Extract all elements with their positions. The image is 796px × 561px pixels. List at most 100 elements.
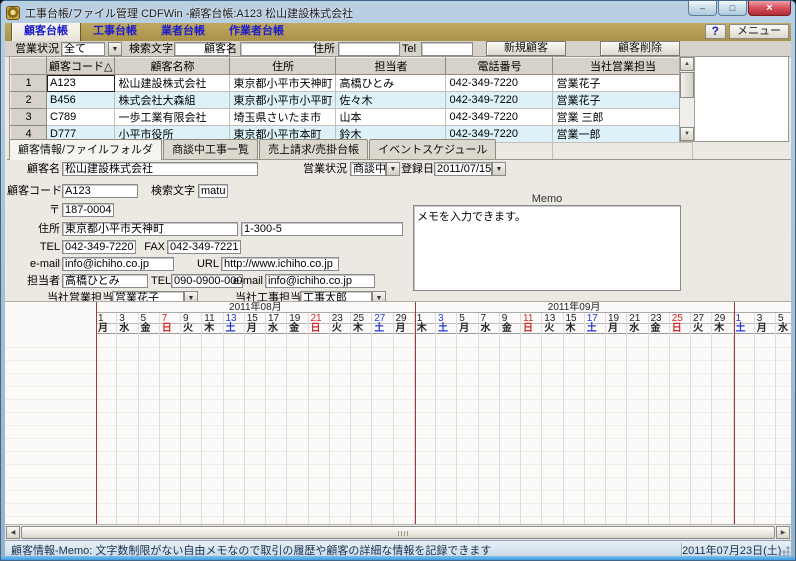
detail-tab-1[interactable]: 顧客情報/ファイルフォルダ [9,139,162,160]
contact-email-field[interactable]: info@ichiho.co.jp [265,274,375,288]
column-header[interactable]: 電話番号 [446,58,553,75]
cell[interactable]: 東京都小平市小平町 [230,92,336,109]
minimize-button[interactable]: – [688,1,717,16]
column-header[interactable]: 顧客コード△ [47,58,115,75]
sales-status-combo[interactable]: 商談中 [350,162,386,176]
contact-tel-label: TEL [151,274,169,288]
reg-date-label: 登録日 [401,162,431,176]
table-row[interactable]: 1A123松山建設株式会社東京都小平市天神町高橋ひとみ042-349-7220営… [11,75,693,92]
scroll-down-icon[interactable]: ▼ [680,127,694,141]
maximize-button[interactable]: □ [718,1,747,16]
column-header[interactable]: 住所 [230,58,336,75]
address-field-1[interactable]: 東京都小平市天神町 [62,222,238,236]
hscroll-thumb[interactable] [21,526,775,539]
day-column: 17土 [585,313,606,524]
customer-name-label: 顧客名 [201,42,237,56]
tel-search-input[interactable] [421,42,473,56]
row-number-cell[interactable]: 1 [11,75,47,92]
cell[interactable]: 営業 三郎 [553,109,693,126]
help-icon[interactable]: ? [705,24,726,39]
cell[interactable]: C789 [47,109,115,126]
menu-button[interactable]: メニュー [729,24,789,39]
scroll-thumb[interactable] [680,72,694,98]
day-column: 7水 [479,313,500,524]
cell[interactable]: A123 [47,75,115,92]
column-header[interactable] [11,58,47,75]
search-chars-field[interactable]: matu [198,184,228,198]
reg-date-combo-icon[interactable]: ▼ [492,162,506,176]
day-of-week: 月 [457,324,477,334]
detail-tab-4[interactable]: イベントスケジュール [369,139,496,159]
day-of-week: 土 [734,324,754,334]
resize-grip-icon[interactable] [778,545,791,556]
cell[interactable]: 営業花子 [553,92,693,109]
cell[interactable]: 山本 [336,109,446,126]
cell[interactable]: 042-349-7220 [446,75,553,92]
postal-field[interactable]: 187-0004 [62,203,114,217]
main-tab-4[interactable]: 作業者台帳 [217,23,296,41]
close-button[interactable]: × [748,1,791,16]
main-tab-3[interactable]: 業者台帳 [149,23,217,41]
scroll-left-icon[interactable]: ◀ [6,526,20,539]
url-field[interactable]: http://www.ichiho.co.jp [221,257,339,271]
day-column: 17水 [266,313,287,524]
column-header[interactable]: 当社営業担当 [553,58,693,75]
cell[interactable]: 佐々木 [336,92,446,109]
reg-date-combo[interactable]: 2011/07/15 [434,162,492,176]
scroll-right-icon[interactable]: ▶ [776,526,790,539]
address-field-2[interactable]: 1-300-5 [241,222,403,236]
day-of-week: 月 [245,324,265,334]
sales-status-dropdown-icon[interactable]: ▼ [108,42,122,56]
customer-detail-form: 顧客名 松山建設株式会社 営業状況 商談中 ▼ 登録日 2011/07/15 ▼… [7,160,789,300]
search-chars-label: 検索文字 [147,184,195,198]
cell[interactable]: 042-349-7220 [446,109,553,126]
contact-field[interactable]: 高橋ひとみ [62,274,148,288]
row-number-cell[interactable]: 3 [11,109,47,126]
customer-name-search-input[interactable] [240,42,316,56]
sales-status-select[interactable]: 全て [61,42,105,56]
row-number-cell[interactable]: 2 [11,92,47,109]
cell[interactable]: 埼玉県さいたま市 [230,109,336,126]
column-header[interactable]: 担当者 [336,58,446,75]
day-of-week: 日 [309,324,329,334]
cell[interactable]: 042-349-7220 [446,92,553,109]
delete-customer-button[interactable]: 顧客削除 [600,41,680,56]
postal-label: 〒 [7,203,60,217]
email-field[interactable]: info@ichiho.co.jp [62,257,174,271]
main-tab-1[interactable]: 顧客台帳 [11,23,81,41]
cell[interactable]: 松山建設株式会社 [115,75,230,92]
cell[interactable]: 一歩工業有限会社 [115,109,230,126]
new-customer-button[interactable]: 新規顧客 [486,41,566,56]
customer-code-field[interactable]: A123 [62,184,138,198]
cell[interactable]: 株式会社大森組 [115,92,230,109]
sales-status-combo-icon[interactable]: ▼ [386,162,400,176]
column-header[interactable]: 顧客名称 [115,58,230,75]
address-label: 住所 [311,42,335,56]
tel-label: Tel [402,42,416,56]
cell[interactable]: B456 [47,92,115,109]
cell[interactable]: 営業一郎 [553,126,693,143]
scroll-up-icon[interactable]: ▲ [680,57,694,71]
cell[interactable]: 東京都小平市天神町 [230,75,336,92]
fax-field[interactable]: 042-349-7221 [167,240,241,254]
customer-name-field[interactable]: 松山建設株式会社 [62,162,258,176]
day-of-week: 土 [372,324,392,334]
detail-tab-2[interactable]: 商談中工事一覧 [163,139,258,159]
memo-textarea[interactable]: メモを入力できます。 [413,205,681,291]
table-header-row: 顧客コード△顧客名称住所担当者電話番号当社営業担当 [11,58,693,75]
tel-field[interactable]: 042-349-7220 [62,240,136,254]
day-column: 3水 [117,313,138,524]
day-column: 9火 [181,313,202,524]
main-tab-2[interactable]: 工事台帳 [81,23,149,41]
table-row[interactable]: 2B456株式会社大森組東京都小平市小平町佐々木042-349-7220営業花子 [11,92,693,109]
cell[interactable]: 営業花子 [553,75,693,92]
day-of-week: 木 [564,324,584,334]
month-label [734,302,792,313]
detail-tab-3[interactable]: 売上請求/売掛台帳 [259,139,368,159]
table-row[interactable]: 3C789一歩工業有限会社埼玉県さいたま市山本042-349-7220営業 三郎 [11,109,693,126]
timeline-horizontal-scrollbar[interactable]: ◀ ▶ [5,524,791,539]
day-of-week: 土 [585,324,605,334]
address-search-input[interactable] [338,42,400,56]
cell[interactable]: 高橋ひとみ [336,75,446,92]
table-vertical-scrollbar[interactable]: ▲ ▼ [679,56,695,142]
